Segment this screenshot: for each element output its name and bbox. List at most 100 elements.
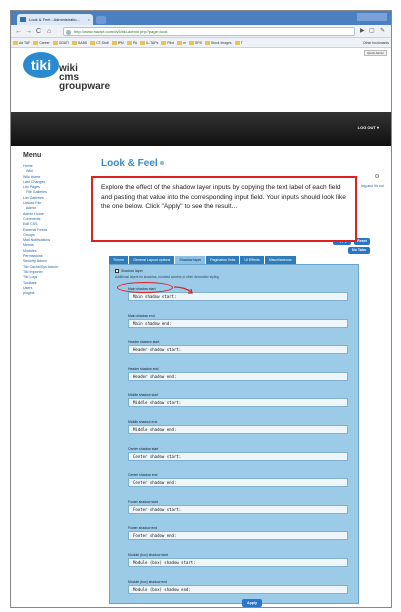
bookmark-item[interactable]: Pilot bbox=[161, 38, 174, 47]
shadow-input[interactable]: Module (box) shadow end: bbox=[128, 584, 348, 594]
folder-icon bbox=[111, 41, 117, 46]
settings-tabs: Theme General Layout options Shadow layer P… bbox=[109, 256, 297, 264]
field-label: Header shadow start bbox=[128, 340, 160, 345]
site-header: Quick Admin tiki wiki cms groupware LOG … bbox=[11, 48, 391, 146]
header-bar: LOG OUT ▾ bbox=[11, 112, 391, 146]
tab-ui-effects[interactable]: UI Effects bbox=[240, 256, 264, 264]
field-label: Module (box) shadow end bbox=[128, 579, 168, 584]
folder-icon bbox=[90, 41, 96, 46]
bookmark-item[interactable]: IPM bbox=[111, 38, 124, 47]
address-bar-url: http://www.nactpt.com/dv5/tiki-admin.php… bbox=[74, 29, 168, 34]
forward-icon[interactable]: → bbox=[25, 27, 32, 36]
no-tabs-button[interactable]: No Tabs bbox=[348, 247, 370, 254]
shadow-input[interactable]: Center shadow start: bbox=[128, 451, 348, 461]
quick-admin-select[interactable]: Quick Admin bbox=[364, 50, 387, 56]
logout-button[interactable]: LOG OUT ▾ bbox=[358, 125, 379, 130]
field-label: Footer shadow end bbox=[128, 526, 158, 531]
shadow-input[interactable]: Main shadow end: bbox=[128, 318, 348, 328]
shadow-input[interactable]: Header shadow end: bbox=[128, 371, 348, 381]
shadow-input[interactable]: Module (box) shadow start: bbox=[128, 558, 348, 567]
menu-item[interactable]: plugins bbox=[23, 291, 83, 296]
shadow-layer-checkbox[interactable] bbox=[115, 269, 119, 274]
page-icon[interactable]: ▢ bbox=[369, 27, 375, 34]
info-icon[interactable] bbox=[375, 174, 379, 178]
instruction-callout: Explore the effect of the shadow layer i… bbox=[91, 176, 357, 242]
field-label: Center shadow start bbox=[128, 446, 159, 451]
globe-icon bbox=[66, 30, 71, 35]
window-controls[interactable] bbox=[357, 13, 387, 21]
partial-link-text[interactable]: ting and it's not bbox=[361, 184, 384, 189]
shadow-input[interactable]: Header shadow start: bbox=[128, 345, 348, 355]
field-label: Module (box) shadow start bbox=[128, 553, 168, 557]
folder-icon bbox=[72, 41, 78, 46]
browser-tab-title: Look & Feel : Administratio... bbox=[29, 17, 80, 22]
shadow-layer-panel: Shadow layer Additional layers for shado… bbox=[109, 264, 359, 604]
folder-icon bbox=[189, 41, 195, 46]
shadow-input[interactable]: Footer shadow end: bbox=[128, 531, 348, 541]
folder-icon bbox=[234, 41, 240, 46]
new-tab-button[interactable] bbox=[96, 16, 106, 24]
other-bookmarks[interactable]: Other bookmarks bbox=[363, 38, 389, 47]
favicon-icon bbox=[20, 17, 26, 22]
tab-strip: Look & Feel : Administratio... × bbox=[11, 11, 391, 25]
folder-icon bbox=[13, 41, 18, 46]
bookmark-item[interactable]: m bbox=[177, 38, 186, 47]
page-content: Menu Home Wiki Wiki Home Last Changes List P… bbox=[11, 146, 391, 607]
folder-icon bbox=[52, 41, 58, 46]
shadow-layer-toggle[interactable]: Shadow layer bbox=[115, 269, 143, 274]
bookmark-item[interactable]: T bbox=[234, 38, 243, 47]
page-menu-icon[interactable]: ▶ bbox=[360, 27, 365, 34]
logo-text: wiki cms groupware bbox=[59, 63, 111, 92]
shadow-input[interactable]: Footer shadow start: bbox=[128, 504, 348, 514]
field-label: Middle shadow start bbox=[128, 393, 159, 398]
menu-title: Menu bbox=[23, 152, 42, 159]
tab-theme[interactable]: Theme bbox=[109, 256, 129, 264]
field-label: Center shadow end bbox=[128, 473, 158, 478]
bookmark-item[interactable]: CT-Stuff bbox=[90, 38, 109, 47]
side-menu: Home Wiki Wiki Home Last Changes List Pages F… bbox=[23, 164, 83, 296]
bookmark-item[interactable]: IL-TAPs bbox=[140, 38, 158, 47]
folder-icon bbox=[161, 41, 167, 46]
shadow-input[interactable]: Middle shadow end: bbox=[128, 425, 348, 434]
browser-window: Look & Feel : Administratio... × ← → C ⌂… bbox=[10, 10, 392, 608]
bottom-apply-button[interactable]: Apply bbox=[242, 599, 262, 607]
folder-icon bbox=[140, 41, 146, 46]
tab-general-layout[interactable]: General Layout options bbox=[129, 256, 175, 264]
back-icon[interactable]: ← bbox=[15, 27, 22, 36]
folder-icon bbox=[33, 41, 39, 46]
tab-pagination-links[interactable]: Pagination links bbox=[206, 256, 240, 264]
folder-icon bbox=[177, 41, 183, 46]
close-tab-icon[interactable]: × bbox=[88, 14, 90, 25]
field-label: Header shadow end bbox=[128, 366, 159, 371]
shadow-input[interactable]: Middle shadow start: bbox=[128, 398, 348, 408]
help-icon[interactable] bbox=[159, 161, 164, 166]
browser-tab[interactable]: Look & Feel : Administratio... × bbox=[17, 14, 93, 25]
shadow-input[interactable]: Main shadow start: bbox=[128, 292, 348, 301]
bookmark-item[interactable]: Stock Images bbox=[205, 38, 232, 47]
bookmark-item[interactable]: PA bbox=[126, 38, 137, 47]
bookmark-item[interactable]: Ad TAF bbox=[13, 38, 30, 47]
bookmark-item[interactable]: Career bbox=[33, 38, 50, 47]
reload-icon[interactable]: C bbox=[36, 27, 41, 36]
bookmark-item[interactable]: GDATI bbox=[52, 38, 69, 47]
highlight-arrow-icon bbox=[173, 286, 193, 294]
address-bar[interactable]: http://www.nactpt.com/dv5/tiki-admin.php… bbox=[63, 27, 355, 36]
browser-toolbar: ← → C ⌂ http://www.nactpt.com/dv5/tiki-a… bbox=[11, 25, 391, 38]
wrench-icon[interactable]: ✎ bbox=[380, 27, 385, 34]
bookmarks-bar: Ad TAF Career GDATI SABS CT-Stuff IPM PA… bbox=[11, 38, 391, 48]
shadow-input[interactable]: Center shadow end: bbox=[128, 478, 348, 488]
bookmark-item[interactable]: SPS bbox=[189, 38, 202, 47]
home-icon[interactable]: ⌂ bbox=[47, 27, 51, 36]
tab-shadow-layer[interactable]: Shadow layer bbox=[175, 256, 206, 264]
shadow-layer-note: Additional layers for shadows, rounded c… bbox=[115, 275, 219, 279]
bookmark-item[interactable]: SABS bbox=[72, 38, 87, 47]
field-label: Middle shadow end bbox=[128, 420, 158, 424]
field-label: Footer shadow start bbox=[128, 499, 158, 504]
field-label: Main shadow end bbox=[128, 313, 155, 318]
tab-miscellaneous[interactable]: Miscellaneous bbox=[264, 256, 296, 264]
folder-icon bbox=[205, 41, 211, 46]
page-title[interactable]: Look & Feel bbox=[101, 158, 164, 169]
tiki-logo[interactable]: tiki bbox=[23, 52, 59, 78]
highlight-circle bbox=[117, 282, 173, 293]
folder-icon bbox=[126, 41, 132, 46]
